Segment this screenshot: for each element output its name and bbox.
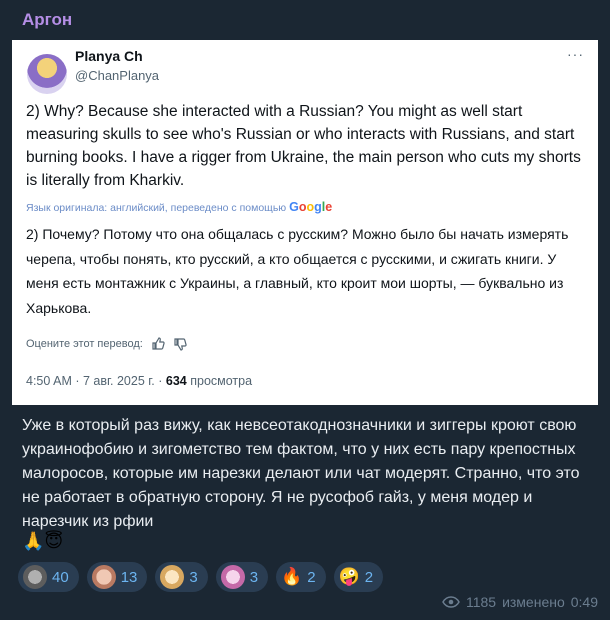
translation-note-text: Язык оригинала: английский, переведено с… xyxy=(26,202,287,214)
reaction-sticker-anime-blond[interactable]: 3 xyxy=(155,562,208,592)
message-text: Уже в который раз вижу, как невсеотакодн… xyxy=(22,417,580,530)
tweet-views-label: просмотра xyxy=(190,374,253,388)
reactions-bar: 40 13 3 3 🔥 2 🤪 2 xyxy=(18,562,384,592)
sticker-anime-pink-icon xyxy=(220,565,245,589)
rate-translation: Оцените этот перевод: xyxy=(26,337,187,351)
tweet-date: 7 авг. 2025 г. xyxy=(82,374,155,388)
reaction-count: 13 xyxy=(120,568,138,586)
more-options-icon: ··· xyxy=(567,46,584,62)
rate-translation-label: Оцените этот перевод: xyxy=(26,338,143,350)
message-footer: 1185 изменено 0:49 xyxy=(442,594,598,610)
thumbs-up-icon xyxy=(152,337,165,350)
reaction-count: 2 xyxy=(307,568,316,586)
tweet-author-name: Planya Ch xyxy=(75,48,143,64)
reaction-count: 3 xyxy=(249,568,259,586)
tweet-screenshot[interactable]: Planya Ch @ChanPlanya ··· 2) Why? Becaus… xyxy=(12,40,598,405)
tweet-author-handle: @ChanPlanya xyxy=(75,68,160,83)
message-bubble: Аргон Planya Ch @ChanPlanya ··· 2) Why? … xyxy=(0,0,610,620)
tweet-text: 2) Why? Because she interacted with a Ru… xyxy=(26,103,581,189)
reaction-sticker-anime-pink[interactable]: 3 xyxy=(215,562,269,592)
zany-face-icon: 🤪 xyxy=(338,567,360,586)
message-emoji: 🙏😇 xyxy=(22,531,64,551)
message-time: 0:49 xyxy=(570,594,598,610)
thumbs-down-icon xyxy=(174,338,187,351)
author-avatar xyxy=(27,54,67,94)
reaction-sticker-face[interactable]: 13 xyxy=(86,562,148,592)
reaction-zany-face[interactable]: 🤪 2 xyxy=(333,562,384,592)
sticker-gray-icon xyxy=(23,565,47,589)
translation-note: Язык оригинала: английский, переведено с… xyxy=(26,200,332,214)
tweet-meta: 4:50 AM · 7 авг. 2025 г. · 634 просмотра xyxy=(26,374,253,388)
views-eye-icon xyxy=(442,596,460,608)
tweet-views-count: 634 xyxy=(165,374,187,388)
reaction-count: 2 xyxy=(364,568,374,586)
views-count: 1185 xyxy=(465,594,497,610)
sticker-anime-blond-icon xyxy=(160,565,185,589)
tweet-time: 4:50 AM xyxy=(26,374,72,388)
google-logo: Google xyxy=(289,200,333,214)
sticker-face-icon xyxy=(91,565,116,589)
reaction-count: 40 xyxy=(52,568,69,586)
reaction-sticker-gray[interactable]: 40 xyxy=(18,562,79,592)
fire-icon: 🔥 xyxy=(281,567,303,586)
channel-name[interactable]: Аргон xyxy=(22,10,72,30)
tweet-translated-text: 2) Почему? Потому что она общалась с рус… xyxy=(26,226,569,316)
reaction-fire[interactable]: 🔥 2 xyxy=(276,562,326,592)
reaction-count: 3 xyxy=(189,568,198,586)
edited-label: изменено xyxy=(502,594,565,610)
